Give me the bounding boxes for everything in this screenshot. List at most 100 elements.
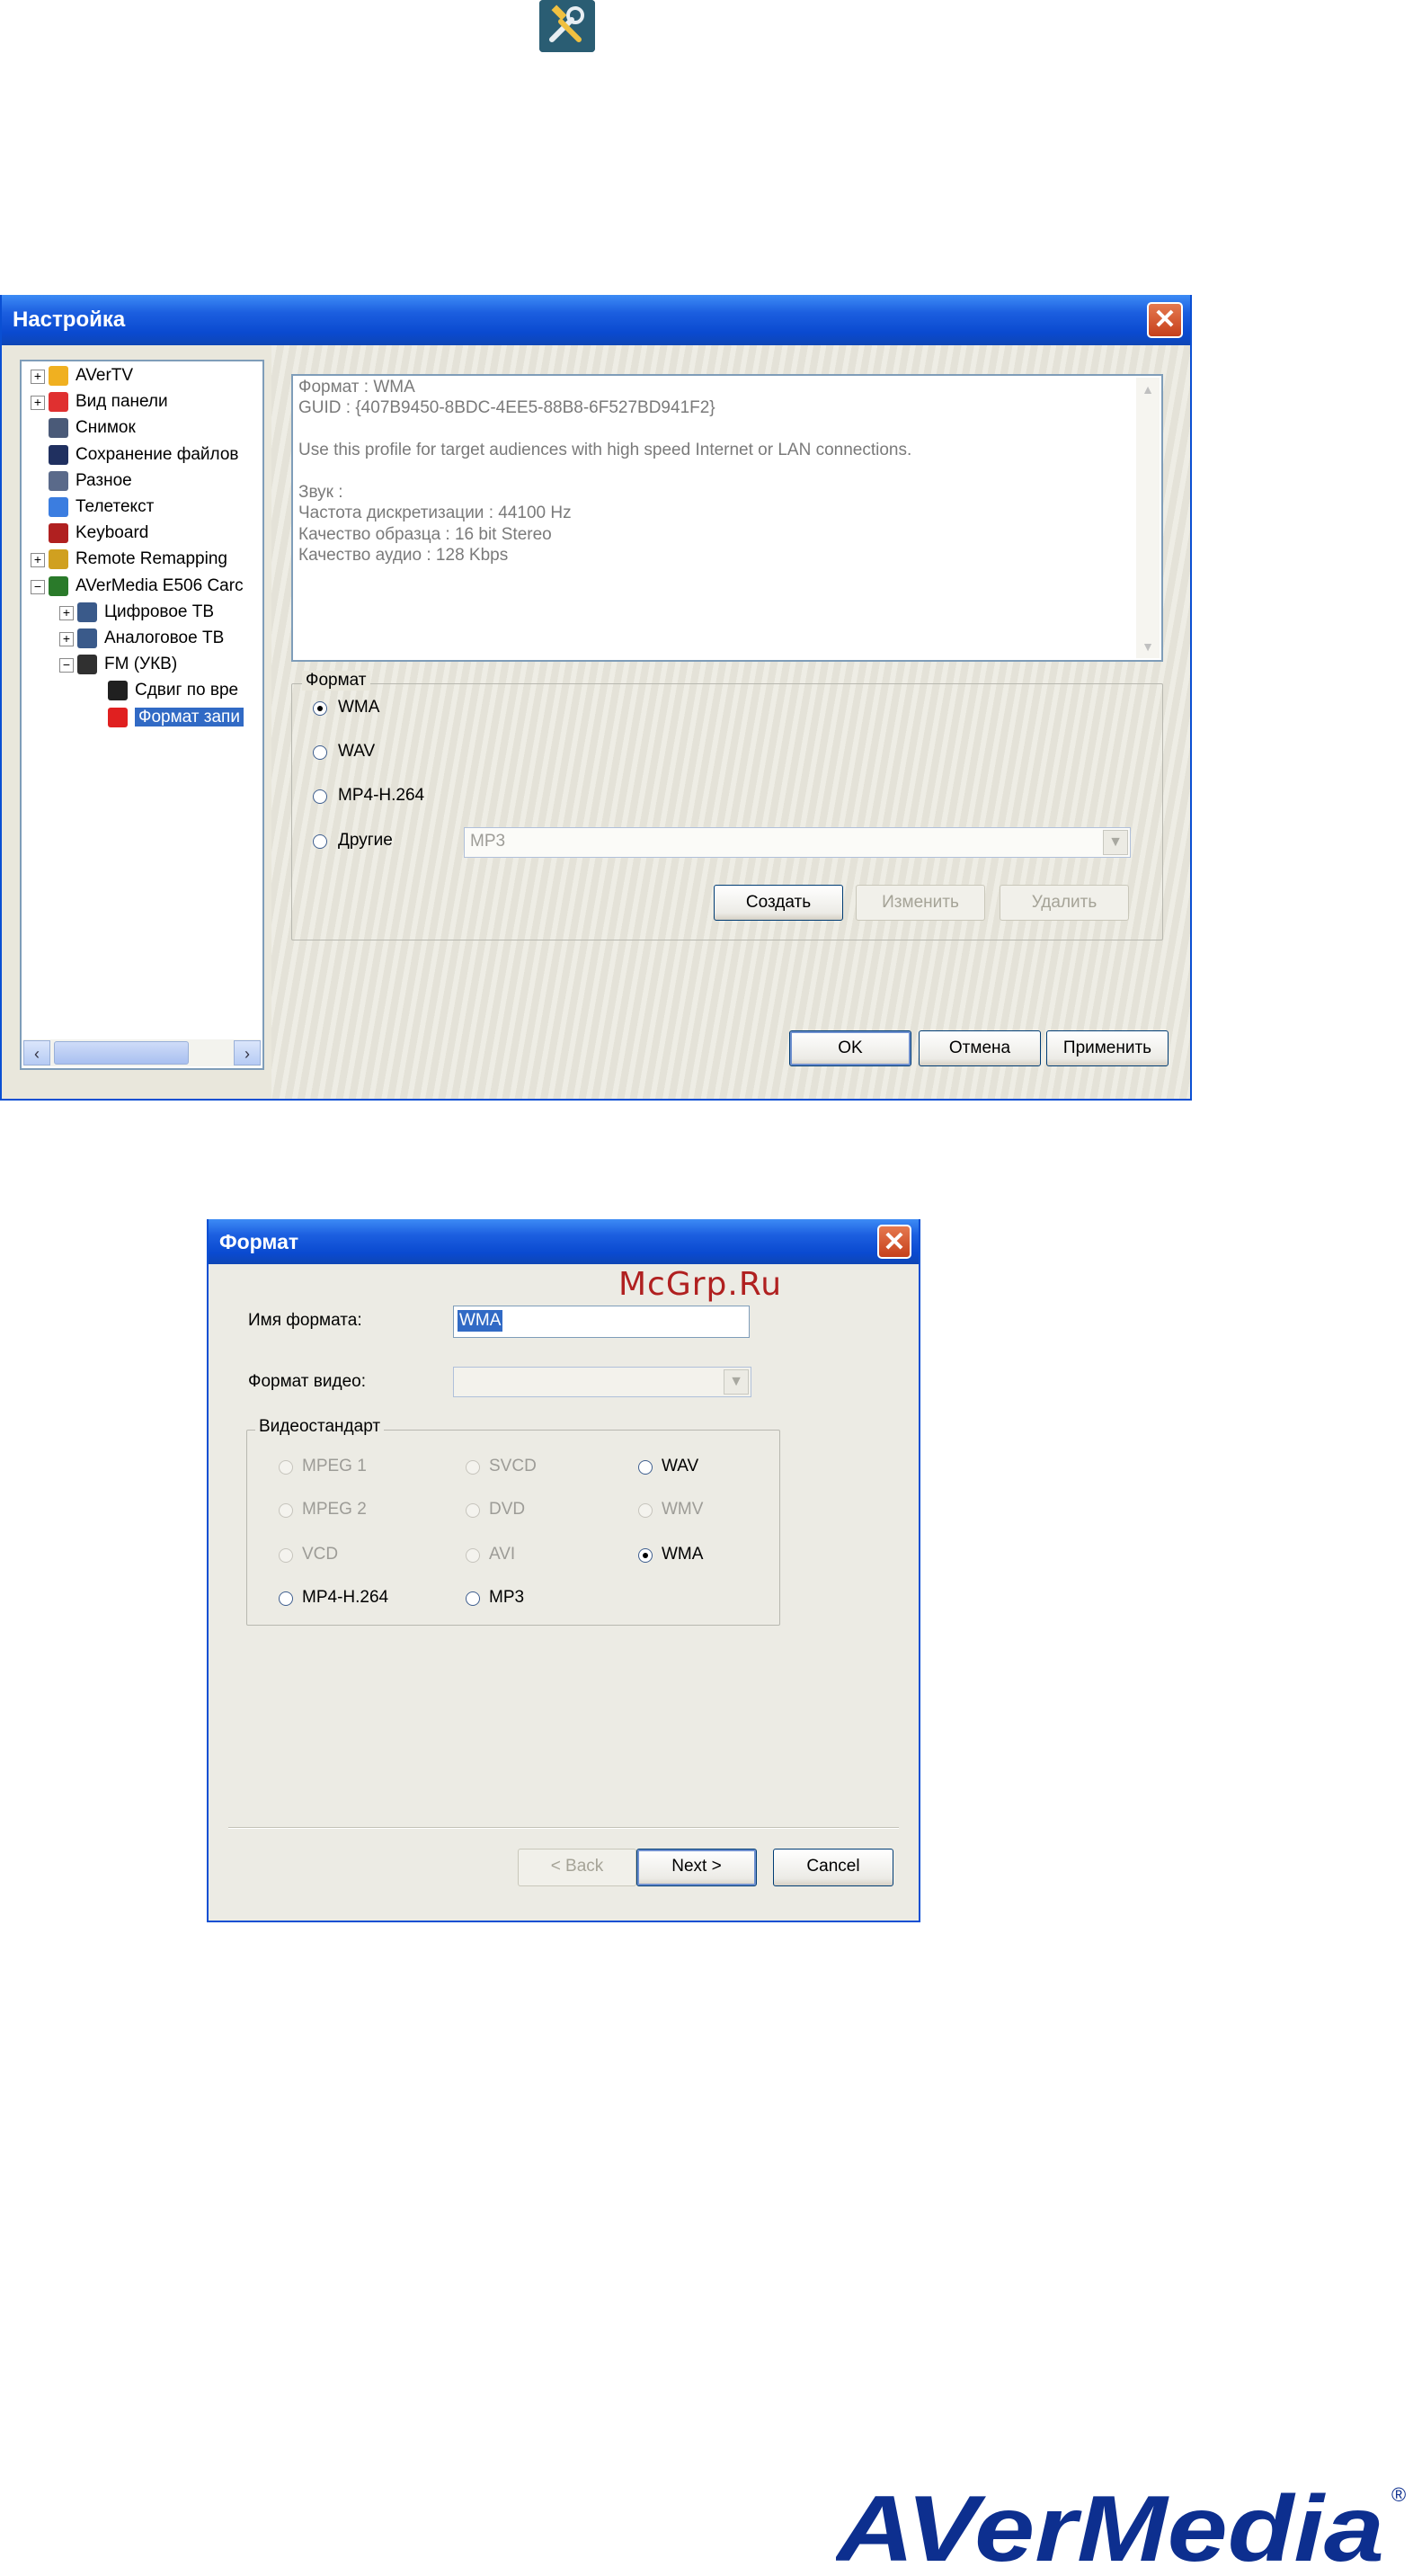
tree-item-label: Разное bbox=[76, 470, 132, 490]
scroll-up-icon[interactable]: ▲ bbox=[1136, 378, 1160, 401]
panel-view-icon bbox=[49, 392, 68, 413]
create-button[interactable]: Создать bbox=[714, 885, 843, 921]
back-button[interactable]: < Back bbox=[518, 1849, 636, 1886]
cancel-button[interactable]: Cancel bbox=[773, 1849, 893, 1886]
tree-horizontal-scrollbar[interactable]: ‹ › bbox=[23, 1039, 261, 1066]
tree-item-label: FM (УКВ) bbox=[104, 655, 178, 674]
format-radio-label[interactable]: WMA bbox=[338, 698, 379, 718]
video-standard-radio[interactable] bbox=[466, 1460, 480, 1475]
tree-expander[interactable]: − bbox=[31, 579, 45, 594]
tree-item[interactable]: FM (УКВ) bbox=[77, 652, 177, 677]
device-card-icon bbox=[49, 575, 68, 596]
tree-item[interactable]: Вид панели bbox=[49, 389, 168, 414]
video-standard-label[interactable]: AVI bbox=[489, 1545, 515, 1564]
tree-item[interactable]: Remote Remapping bbox=[49, 547, 227, 572]
profile-info-box: Формат : WMA GUID : {407B9450-8BDC-4EE5-8… bbox=[291, 374, 1163, 662]
close-icon[interactable]: ✕ bbox=[1147, 302, 1183, 338]
tree-item-label: Вид панели bbox=[76, 392, 168, 412]
scroll-down-icon[interactable]: ▼ bbox=[1136, 635, 1160, 658]
video-standard-radio[interactable] bbox=[466, 1503, 480, 1518]
tree-item-label: Сохранение файлов bbox=[76, 444, 239, 464]
video-standard-radio[interactable] bbox=[279, 1460, 293, 1475]
scroll-right-icon[interactable]: › bbox=[234, 1040, 261, 1065]
video-standard-label[interactable]: SVCD bbox=[489, 1457, 537, 1476]
close-icon[interactable]: ✕ bbox=[877, 1225, 911, 1259]
tree-item-label: AVerTV bbox=[76, 366, 134, 385]
cancel-button[interactable]: Отмена bbox=[919, 1030, 1041, 1066]
tree-item[interactable]: Разное bbox=[49, 468, 132, 494]
chevron-down-icon[interactable]: ▼ bbox=[1103, 830, 1128, 855]
tree-item-label: Аналоговое ТВ bbox=[104, 628, 225, 647]
video-standard-label[interactable]: WMA bbox=[662, 1545, 703, 1564]
text-icon bbox=[49, 496, 68, 517]
video-format-select[interactable]: ▼ bbox=[453, 1367, 751, 1397]
video-standard-radio[interactable] bbox=[279, 1591, 293, 1606]
tree-item[interactable]: Аналоговое ТВ bbox=[77, 626, 224, 651]
video-standard-label[interactable]: DVD bbox=[489, 1500, 525, 1520]
scroll-thumb[interactable] bbox=[54, 1041, 189, 1065]
tree-item[interactable]: Сдвиг по вре bbox=[108, 678, 238, 703]
edit-button[interactable]: Изменить bbox=[856, 885, 985, 921]
scroll-left-icon[interactable]: ‹ bbox=[23, 1040, 50, 1065]
info-line: Качество образца : 16 bit Stereo bbox=[298, 524, 552, 544]
video-standard-radio[interactable] bbox=[466, 1591, 480, 1606]
video-standard-radio[interactable] bbox=[638, 1503, 653, 1518]
tree-item[interactable]: AVerTV bbox=[49, 363, 133, 388]
tree-item[interactable]: Формат запи bbox=[108, 705, 244, 730]
video-standard-radio[interactable] bbox=[466, 1548, 480, 1563]
tree-expander[interactable]: + bbox=[31, 370, 45, 384]
other-format-select[interactable]: MP3 ▼ bbox=[464, 827, 1131, 858]
info-line: GUID : {407B9450-8BDC-4EE5-88B8-6F527BD9… bbox=[298, 398, 715, 418]
video-standard-label[interactable]: MPEG 2 bbox=[302, 1500, 367, 1520]
next-button[interactable]: Next > bbox=[636, 1849, 757, 1886]
video-standard-label[interactable]: MPEG 1 bbox=[302, 1457, 367, 1476]
format-radio-label[interactable]: MP4-H.264 bbox=[338, 786, 424, 806]
analog-tv-icon bbox=[77, 628, 97, 648]
tree-expander[interactable]: + bbox=[59, 632, 74, 646]
video-standard-label[interactable]: WMV bbox=[662, 1500, 703, 1520]
format-radio-label[interactable]: Другие bbox=[338, 831, 393, 851]
ok-button[interactable]: OK bbox=[789, 1030, 911, 1066]
avermedia-logo: AVerMedia ® bbox=[833, 2477, 1411, 2576]
tree-expander[interactable]: + bbox=[59, 605, 74, 620]
format-radio[interactable] bbox=[313, 789, 327, 804]
format-radio[interactable] bbox=[313, 701, 327, 716]
apply-button[interactable]: Применить bbox=[1046, 1030, 1169, 1066]
delete-button[interactable]: Удалить bbox=[1000, 885, 1129, 921]
record-icon bbox=[108, 707, 128, 727]
tree-item[interactable]: Телетекст bbox=[49, 495, 154, 520]
video-standard-radio[interactable] bbox=[638, 1460, 653, 1475]
format-radio-label[interactable]: WAV bbox=[338, 742, 375, 762]
info-line: Качество аудио : 128 Kbps bbox=[298, 546, 509, 566]
info-scrollbar[interactable]: ▲ ▼ bbox=[1136, 378, 1160, 658]
format-radio[interactable] bbox=[313, 834, 327, 849]
video-standard-label[interactable]: WAV bbox=[662, 1457, 698, 1476]
other-format-value: MP3 bbox=[470, 832, 506, 851]
video-standard-radio[interactable] bbox=[638, 1548, 653, 1563]
format-radio[interactable] bbox=[313, 745, 327, 760]
format-name-input[interactable]: WMA bbox=[453, 1306, 750, 1338]
avertv-icon bbox=[49, 365, 68, 386]
tree-item[interactable]: AVerMedia E506 Carc bbox=[49, 574, 244, 599]
format-name-value: WMA bbox=[458, 1310, 503, 1332]
video-standard-radio[interactable] bbox=[279, 1548, 293, 1563]
tree-item-label: Формат запи bbox=[135, 707, 244, 726]
tree-item-label: AVerMedia E506 Carc bbox=[76, 575, 244, 595]
video-standard-label[interactable]: MP4-H.264 bbox=[302, 1588, 388, 1608]
tree-expander[interactable]: + bbox=[31, 396, 45, 411]
video-standard-radio[interactable] bbox=[279, 1503, 293, 1518]
video-standard-label: Видеостандарт bbox=[255, 1417, 385, 1437]
tree-item[interactable]: Снимок bbox=[49, 415, 136, 441]
divider bbox=[228, 1827, 899, 1829]
settings-dialog: Настройка ✕ + AVerTV + Вид панели Снимок Сохр… bbox=[0, 295, 1192, 1101]
video-standard-label[interactable]: VCD bbox=[302, 1545, 338, 1564]
info-line: Звук : bbox=[298, 483, 343, 502]
tree-expander[interactable]: − bbox=[59, 658, 74, 673]
tree-item[interactable]: Keyboard bbox=[49, 521, 148, 546]
tree-expander[interactable]: + bbox=[31, 553, 45, 568]
chevron-down-icon[interactable]: ▼ bbox=[724, 1369, 749, 1395]
video-standard-label[interactable]: MP3 bbox=[489, 1588, 524, 1608]
settings-tree[interactable]: + AVerTV + Вид панели Снимок Сохранение файло… bbox=[20, 360, 264, 1070]
tree-item[interactable]: Цифровое ТВ bbox=[77, 600, 214, 625]
tree-item[interactable]: Сохранение файлов bbox=[49, 442, 239, 468]
